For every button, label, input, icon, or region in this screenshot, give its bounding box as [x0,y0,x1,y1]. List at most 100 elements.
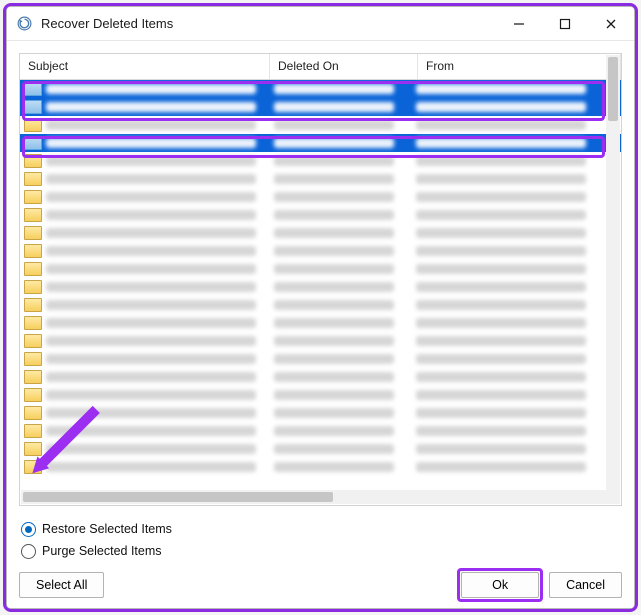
cell-subject [46,192,256,202]
dialog-content: Subject Deleted On From Restore Selected… [7,41,634,608]
cell-from [416,84,586,94]
cell-subject [46,138,256,148]
cell-deleted-on [274,246,394,256]
table-row[interactable] [20,296,621,314]
column-headers[interactable]: Subject Deleted On From [20,54,621,80]
cell-deleted-on [274,336,394,346]
mail-icon [24,316,42,330]
table-row[interactable] [20,188,621,206]
table-row[interactable] [20,98,621,116]
mail-icon [24,190,42,204]
cell-subject [46,300,256,310]
table-row[interactable] [20,224,621,242]
mail-icon [24,118,42,132]
radio-icon [21,522,36,537]
cell-deleted-on [274,264,394,274]
table-row[interactable] [20,206,621,224]
cell-deleted-on [274,390,394,400]
mail-icon [24,82,42,96]
table-row[interactable] [20,386,621,404]
mail-icon [24,442,42,456]
dialog-title: Recover Deleted Items [41,16,173,31]
mail-icon [24,352,42,366]
cell-from [416,120,586,130]
cell-from [416,426,586,436]
cell-from [416,264,586,274]
cell-subject [46,264,256,274]
mail-icon [24,100,42,114]
dialog-button-row: Select All Ok Cancel [19,562,622,598]
table-row[interactable] [20,170,621,188]
recover-deleted-items-dialog: Recover Deleted Items Subject Deleted On… [6,6,635,609]
table-row[interactable] [20,278,621,296]
cell-subject [46,462,256,472]
cancel-button[interactable]: Cancel [549,572,622,598]
mail-icon [24,298,42,312]
cell-subject [46,408,256,418]
restore-selected-radio[interactable]: Restore Selected Items [21,518,622,540]
table-row[interactable] [20,422,621,440]
mail-icon [24,172,42,186]
table-row[interactable] [20,152,621,170]
table-row[interactable] [20,260,621,278]
table-row[interactable] [20,242,621,260]
cell-from [416,300,586,310]
mail-icon [24,262,42,276]
cell-from [416,174,586,184]
cell-from [416,336,586,346]
mail-icon [24,154,42,168]
mail-icon [24,226,42,240]
cell-subject [46,246,256,256]
select-all-button[interactable]: Select All [19,572,104,598]
action-radio-group: Restore Selected Items Purge Selected It… [19,518,622,562]
cell-deleted-on [274,354,394,364]
cell-from [416,228,586,238]
radio-label: Restore Selected Items [42,522,172,536]
table-row[interactable] [20,350,621,368]
cell-subject [46,372,256,382]
cell-from [416,318,586,328]
table-row[interactable] [20,116,621,134]
cell-subject [46,282,256,292]
horizontal-scroll-thumb[interactable] [23,492,333,502]
table-row[interactable] [20,440,621,458]
vertical-scrollbar[interactable] [606,55,620,504]
vertical-scroll-thumb[interactable] [608,57,618,121]
purge-selected-radio[interactable]: Purge Selected Items [21,540,622,562]
table-row[interactable] [20,404,621,422]
items-list[interactable]: Subject Deleted On From [19,53,622,506]
minimize-button[interactable] [496,7,542,41]
mail-icon [24,406,42,420]
table-row[interactable] [20,134,621,152]
cell-subject [46,210,256,220]
cell-subject [46,390,256,400]
list-rows[interactable] [20,80,621,476]
header-deleted-on[interactable]: Deleted On [270,54,418,79]
radio-label: Purge Selected Items [42,544,162,558]
header-subject[interactable]: Subject [20,54,270,79]
horizontal-scrollbar[interactable] [21,490,606,504]
cell-deleted-on [274,228,394,238]
table-row[interactable] [20,458,621,476]
table-row[interactable] [20,80,621,98]
ok-button[interactable]: Ok [461,572,539,598]
cell-deleted-on [274,282,394,292]
cell-deleted-on [274,102,394,112]
cell-deleted-on [274,84,394,94]
mail-icon [24,460,42,474]
cell-deleted-on [274,120,394,130]
cell-deleted-on [274,156,394,166]
recover-icon [15,15,33,33]
cell-from [416,156,586,166]
table-row[interactable] [20,332,621,350]
table-row[interactable] [20,314,621,332]
maximize-button[interactable] [542,7,588,41]
cell-deleted-on [274,300,394,310]
table-row[interactable] [20,368,621,386]
cell-subject [46,102,256,112]
close-button[interactable] [588,7,634,41]
mail-icon [24,370,42,384]
title-bar: Recover Deleted Items [7,7,634,41]
header-from[interactable]: From [418,54,621,79]
cell-deleted-on [274,174,394,184]
